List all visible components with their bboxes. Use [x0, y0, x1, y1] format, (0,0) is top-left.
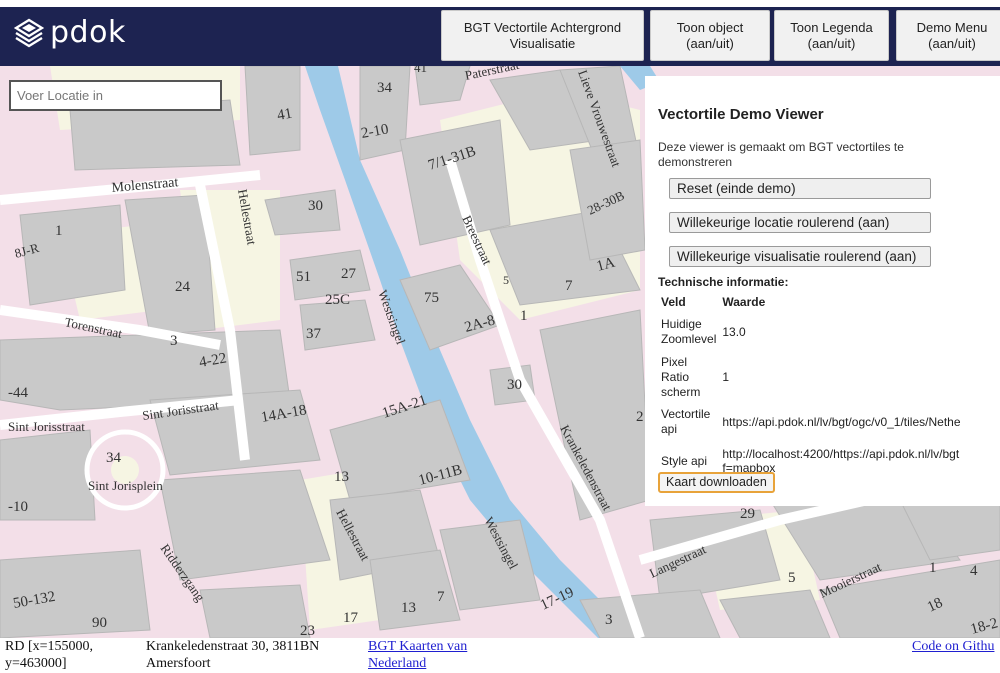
street-label: Sint Jorisplein: [88, 478, 163, 493]
column-header: Waarde: [722, 294, 766, 309]
house-number: 2: [636, 409, 644, 425]
bgt-visualisatie-button[interactable]: BGT Vectortile Achtergrond Visualisatie: [441, 10, 644, 61]
table-header-row: Veld Waarde: [658, 291, 997, 313]
table-row: Vectortile api https://api.pdok.nl/lv/bg…: [658, 403, 997, 441]
house-number: 37: [306, 326, 322, 342]
house-number: 24: [175, 279, 191, 295]
top-bar: pdok BGT Vectortile Achtergrond Visualis…: [0, 0, 1000, 66]
demo-viewer-panel: Vectortile Demo Viewer Deze viewer is ge…: [645, 76, 1000, 506]
current-address: Krankeledenstraat 30, 3811BN Amersfoort: [146, 639, 320, 671]
code-on-github-link[interactable]: Code on Githu: [912, 639, 994, 654]
house-number: 3: [605, 612, 613, 628]
pdok-logo[interactable]: pdok: [14, 18, 126, 48]
toon-legenda-button[interactable]: Toon Legenda (aan/uit): [774, 10, 889, 61]
house-number: 13: [334, 469, 349, 485]
top-strip: [0, 0, 1000, 7]
value-cell: 13.0: [722, 324, 746, 339]
status-footer: RD [x=155000, y=463000] Krankeledenstraa…: [0, 638, 1000, 673]
house-number: 41: [276, 106, 294, 124]
panel-title: Vectortile Demo Viewer: [658, 106, 824, 123]
house-number: 5: [503, 273, 509, 287]
house-number: 4: [970, 563, 978, 579]
house-number: 75: [424, 290, 439, 306]
house-number: -44: [8, 385, 28, 401]
location-search-input[interactable]: [9, 80, 222, 111]
toon-object-button[interactable]: Toon object (aan/uit): [650, 10, 770, 61]
house-number: 1: [929, 560, 937, 576]
house-number: 34: [377, 80, 393, 96]
house-number: 3: [170, 333, 178, 349]
house-number: 1: [55, 223, 63, 239]
column-header: Veld: [661, 294, 686, 309]
house-number: 41: [414, 66, 427, 75]
panel-description: Deze viewer is gemaakt om BGT vectortile…: [658, 140, 904, 169]
house-number: 17: [343, 610, 359, 626]
house-number: 7: [437, 589, 445, 605]
house-number: 51: [296, 269, 311, 285]
house-number: 5: [788, 570, 796, 586]
random-visualisation-toggle[interactable]: Willekeurige visualisatie roulerend (aan…: [669, 246, 931, 267]
download-map-button[interactable]: Kaart downloaden: [658, 472, 775, 493]
bgt-kaarten-link[interactable]: BGT Kaarten van Nederland: [368, 639, 467, 671]
field-cell: Huidige Zoomlevel: [661, 317, 717, 346]
reset-button[interactable]: Reset (einde demo): [669, 178, 931, 199]
house-number: 13: [401, 600, 416, 616]
value-cell: https://api.pdok.nl/lv/bgt/ogc/v0_1/tile…: [722, 414, 961, 429]
house-number: 90: [92, 615, 107, 631]
value-cell: 1: [722, 369, 730, 384]
rd-coordinates: RD [x=155000, y=463000]: [5, 639, 94, 671]
tech-info-title: Technische informatie:: [658, 275, 789, 289]
demo-menu-button[interactable]: Demo Menu (aan/uit): [896, 10, 1000, 61]
house-number: 29: [740, 506, 755, 522]
field-cell: Pixel Ratio scherm: [661, 354, 701, 399]
pdok-layers-icon: [14, 18, 44, 48]
street-label: Sint Jorisstraat: [8, 419, 85, 434]
logo-text: pdok: [50, 15, 126, 50]
house-number: 7: [565, 278, 573, 294]
house-number: 25C: [325, 292, 350, 308]
house-number: 27: [341, 266, 357, 282]
table-row: Pixel Ratio scherm 1: [658, 351, 997, 403]
table-row: Huidige Zoomlevel 13.0: [658, 313, 997, 351]
random-location-toggle[interactable]: Willekeurige locatie roulerend (aan): [669, 212, 931, 233]
house-number: 34: [106, 450, 122, 466]
house-number: 30: [507, 377, 522, 393]
house-number: 1: [520, 308, 528, 324]
field-cell: Vectortile api: [661, 407, 711, 436]
tech-info-table: Veld Waarde Huidige Zoomlevel 13.0 Pixel…: [658, 291, 997, 481]
house-number: -10: [8, 499, 28, 515]
house-number: 23: [300, 623, 315, 638]
house-number: 30: [308, 198, 323, 214]
